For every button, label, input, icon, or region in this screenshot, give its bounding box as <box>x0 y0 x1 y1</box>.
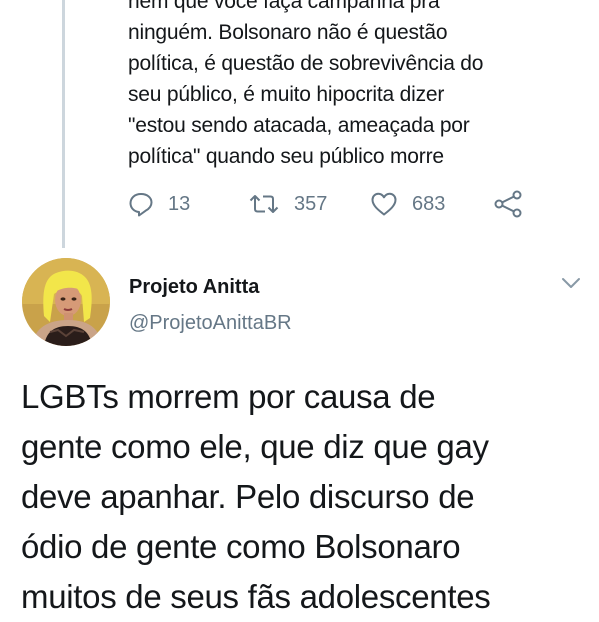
previous-tweet-line: nem que você faça campanha pra <box>128 0 440 13</box>
share-icon <box>493 190 523 218</box>
tweet-text-line: deve apanhar. Pelo discurso de <box>21 478 475 515</box>
author-handle[interactable]: @ProjetoAnittaBR <box>129 310 292 336</box>
heart-icon <box>370 191 398 217</box>
tweet-text-line: gente como ele, que diz que gay <box>21 428 489 465</box>
previous-tweet-line: política" quando seu público morre <box>128 145 444 168</box>
like-count: 683 <box>412 192 446 215</box>
tweet-author[interactable]: Projeto Anitta @ProjetoAnittaBR <box>129 274 292 336</box>
thread-connector-line <box>62 0 65 248</box>
avatar[interactable] <box>22 258 110 346</box>
tweet-text-line: muitos de seus fãs adolescentes <box>21 578 491 615</box>
share-button[interactable] <box>493 186 523 222</box>
retweet-button[interactable]: 357 <box>248 186 327 222</box>
tweet-text: LGBTs morrem por causa de gente como ele… <box>21 372 591 622</box>
like-button[interactable]: 683 <box>370 186 445 222</box>
reply-count: 13 <box>168 192 191 215</box>
previous-tweet-line: "estou sendo atacada, ameaçada por <box>128 114 470 137</box>
chevron-down-icon <box>560 278 582 295</box>
retweet-icon <box>248 192 280 216</box>
reply-icon <box>128 191 154 217</box>
previous-tweet-text: nem que você faça campanha pra ninguém. … <box>128 0 578 172</box>
tweet-text-line: LGBTs morrem por causa de <box>21 378 436 415</box>
previous-tweet: nem que você faça campanha pra ninguém. … <box>128 0 578 172</box>
author-name[interactable]: Projeto Anitta <box>129 274 292 300</box>
retweet-count: 357 <box>294 192 328 215</box>
previous-tweet-actions: 13 357 683 <box>128 186 548 222</box>
tweet-menu-button[interactable] <box>560 275 582 291</box>
tweet-text-line: ódio de gente como Bolsonaro <box>21 528 461 565</box>
avatar-image <box>22 258 110 346</box>
previous-tweet-line: seu público, é muito hipocrita dizer <box>128 83 445 106</box>
previous-tweet-line: ninguém. Bolsonaro não é questão <box>128 21 448 44</box>
previous-tweet-line: política, é questão de sobrevivência do <box>128 52 484 75</box>
reply-button[interactable]: 13 <box>128 186 190 222</box>
